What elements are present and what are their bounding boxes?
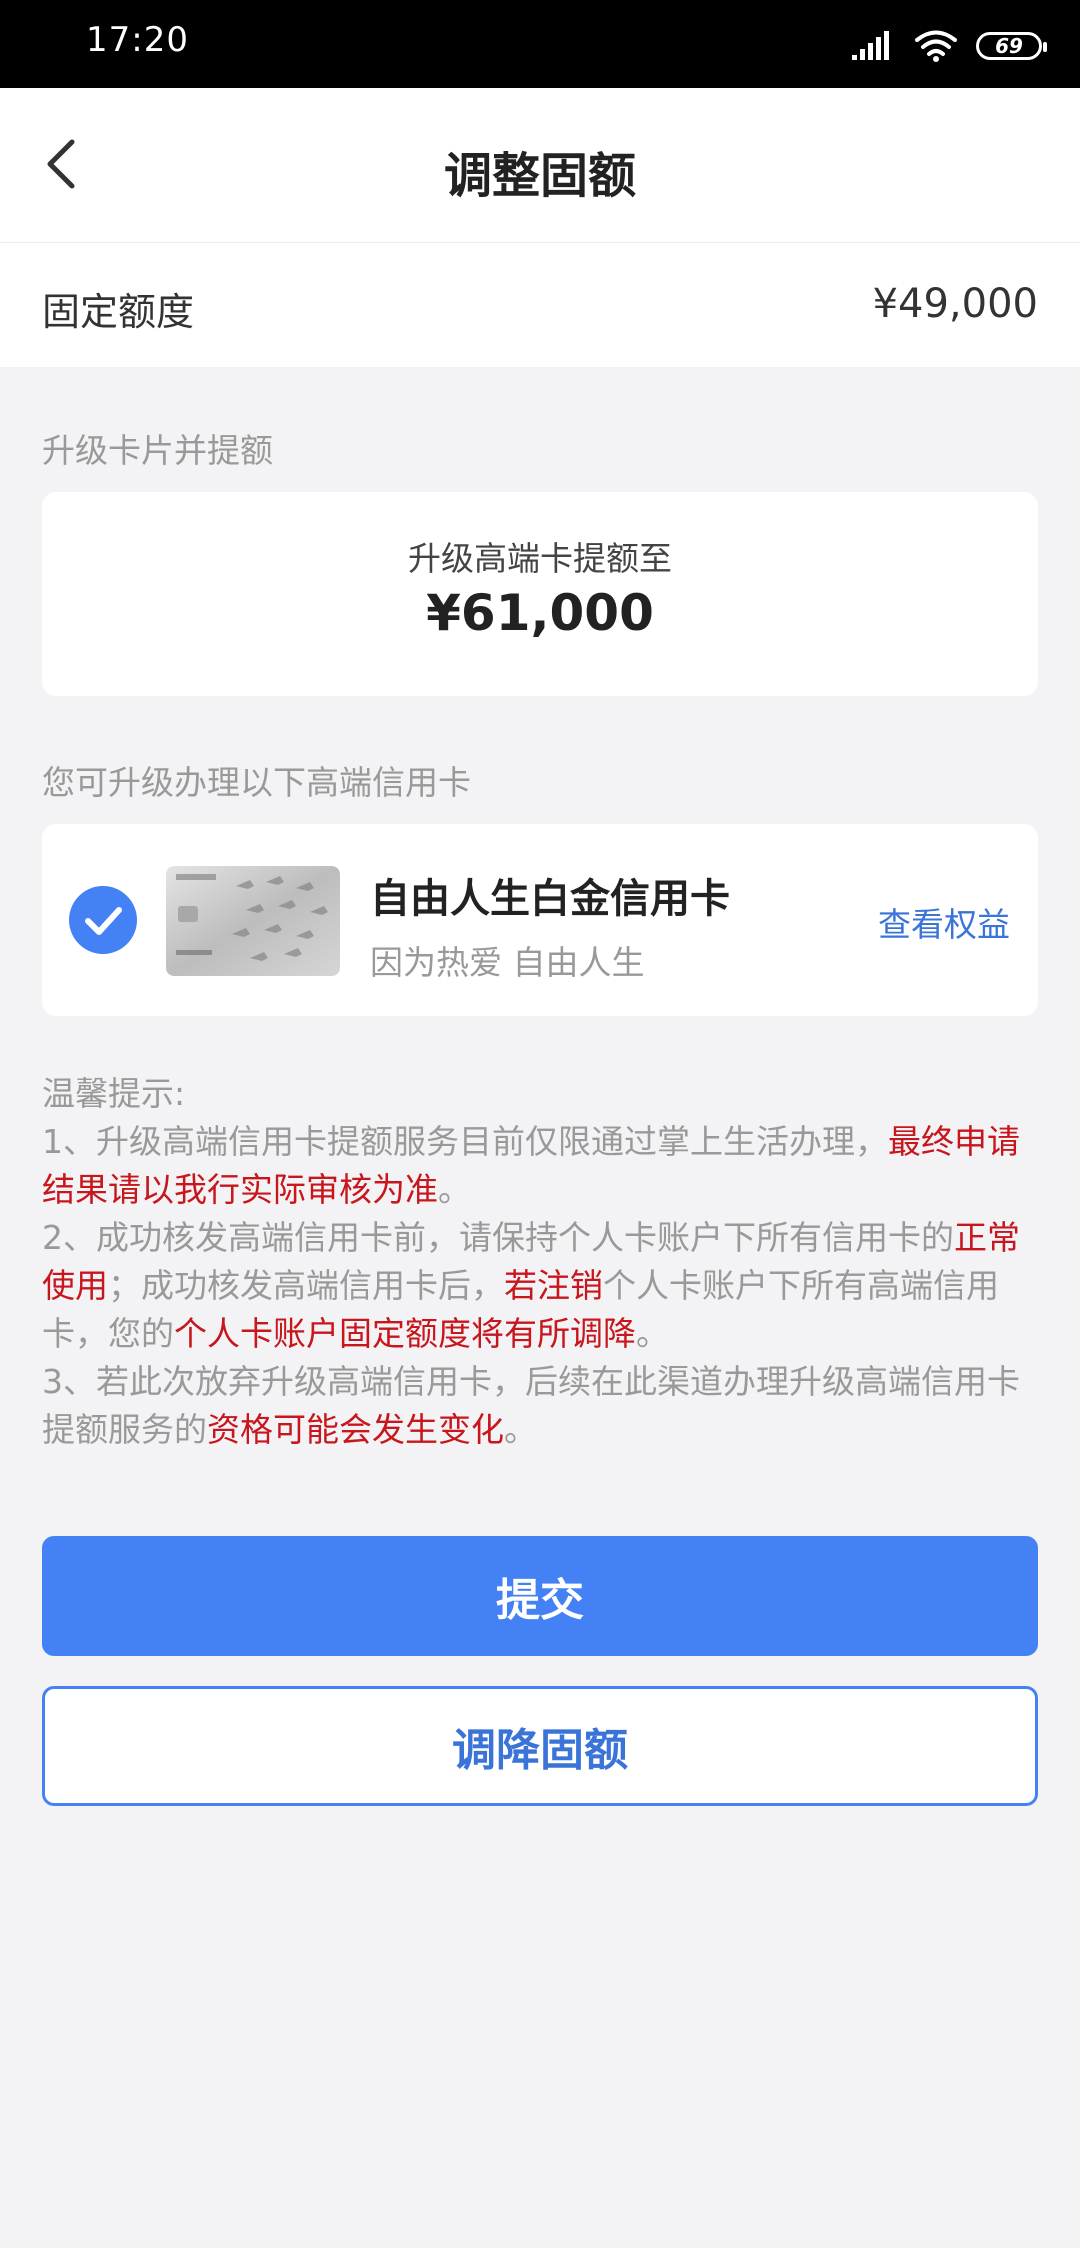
credit-card-image (166, 866, 340, 976)
tip-2-text: 2、成功核发高端信用卡前，请保持个人卡账户下所有信用卡的 (42, 1218, 954, 1257)
view-benefits-link[interactable]: 查看权益 (878, 898, 1010, 946)
signal-icon (852, 31, 889, 60)
upgrade-card: 升级高端卡提额至 ¥61,000 (42, 492, 1038, 696)
submit-button[interactable]: 提交 (42, 1536, 1038, 1656)
wifi-icon (915, 30, 957, 62)
tips-title: 温馨提示: (42, 1074, 186, 1113)
status-bar: 17:20 69 (0, 0, 1080, 88)
fixed-limit-row: 固定额度 ¥49,000 (0, 243, 1080, 367)
tip-2-highlight-3: 个人卡账户固定额度将有所调降 (174, 1314, 636, 1353)
tip-3: 3、若此次放弃升级高端信用卡，后续在此渠道办理升级高端信用卡提额服务的资格可能会… (42, 1358, 1038, 1454)
cards-section-label: 您可升级办理以下高端信用卡 (42, 763, 471, 802)
upgrade-caption: 升级高端卡提额至 (408, 539, 672, 578)
tip-2-highlight-2: 若注销 (504, 1266, 603, 1305)
upgrade-section-label: 升级卡片并提额 (42, 431, 273, 470)
tip-1: 1、升级高端信用卡提额服务目前仅限通过掌上生活办理，最终申请结果请以我行实际审核… (42, 1118, 1038, 1214)
fixed-limit-value: ¥49,000 (872, 281, 1038, 327)
fixed-limit-label: 固定额度 (42, 290, 195, 334)
tip-2-end: 。 (636, 1314, 669, 1353)
reduce-limit-button[interactable]: 调降固额 (42, 1686, 1038, 1806)
tips-section: 温馨提示: 1、升级高端信用卡提额服务目前仅限通过掌上生活办理，最终申请结果请以… (42, 1070, 1038, 1454)
credit-card-option[interactable]: 自由人生白金信用卡 因为热爱 自由人生 查看权益 (42, 824, 1038, 1016)
tip-1-text: 1、升级高端信用卡提额服务目前仅限通过掌上生活办理， (42, 1122, 888, 1161)
tip-1-end: 。 (438, 1170, 471, 1209)
card-slogan: 因为热爱 自由人生 (370, 943, 645, 982)
check-circle-icon[interactable] (68, 885, 138, 955)
tip-2: 2、成功核发高端信用卡前，请保持个人卡账户下所有信用卡的正常使用；成功核发高端信… (42, 1214, 1038, 1358)
battery-icon: 69 (976, 32, 1047, 60)
page-title: 调整固额 (443, 148, 636, 204)
status-icons: 69 (852, 26, 1047, 66)
card-name: 自由人生白金信用卡 (370, 876, 730, 922)
status-time: 17:20 (86, 20, 189, 60)
tip-3-end: 。 (504, 1410, 537, 1449)
tip-2-text-2: ；成功核发高端信用卡后， (108, 1266, 504, 1305)
upgrade-amount: ¥61,000 (426, 584, 654, 642)
battery-level: 69 (995, 34, 1023, 58)
nav-bar: 调整固额 (0, 88, 1080, 243)
tip-3-highlight: 资格可能会发生变化 (207, 1410, 504, 1449)
